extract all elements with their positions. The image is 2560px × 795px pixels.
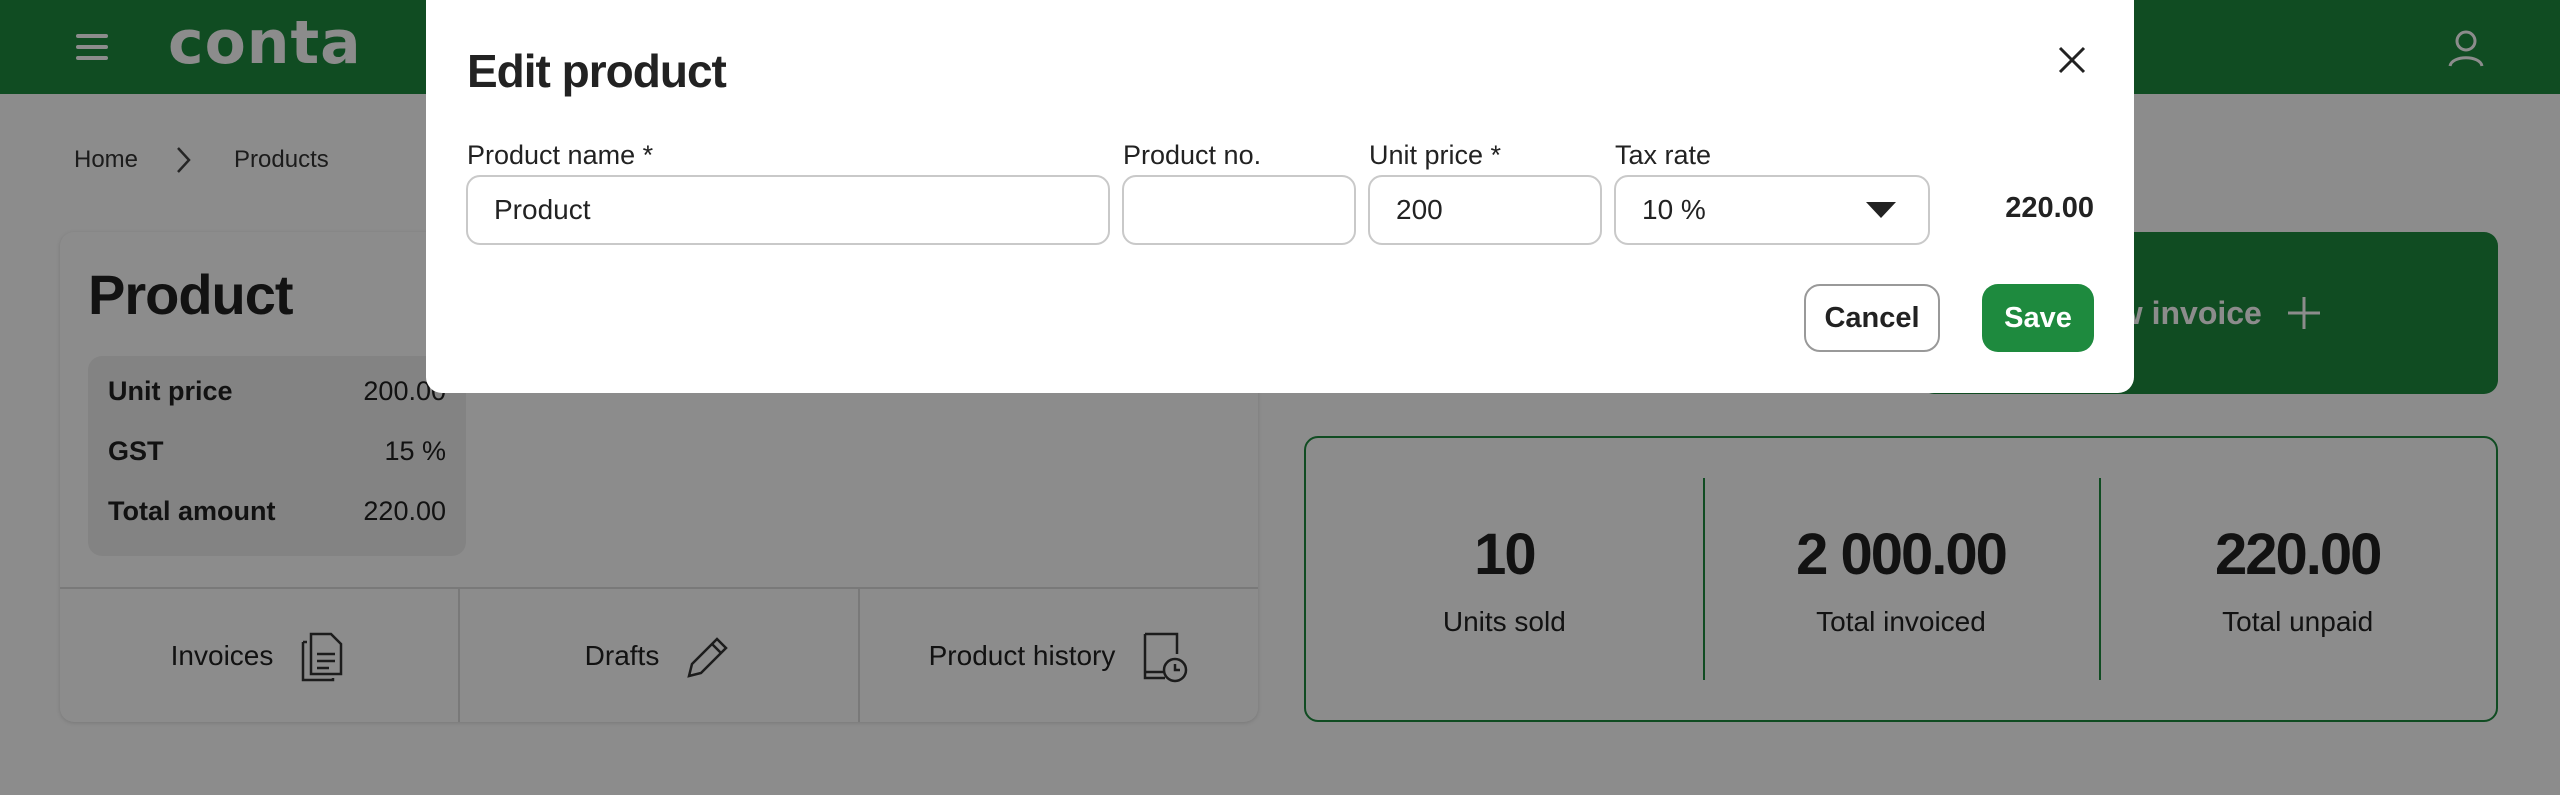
product-name-label: Product name * [467,140,654,170]
edit-product-dialog: Edit product Product name * Product no. … [426,0,2134,393]
close-icon[interactable] [2052,40,2092,80]
product-number-input[interactable] [1122,175,1356,245]
product-name-input[interactable] [466,175,1110,245]
unit-price-input[interactable] [1368,175,1602,245]
tax-rate-label: Tax rate [1615,140,1712,170]
line-total: 220.00 [2005,192,2094,224]
unit-price-label: Unit price * [1369,140,1502,170]
product-number-label: Product no. [1123,140,1262,170]
caret-down-icon [1866,202,1896,218]
save-button[interactable]: Save [1982,284,2094,352]
tax-rate-select[interactable]: 10 % [1614,175,1930,245]
cancel-button[interactable]: Cancel [1804,284,1940,352]
tax-rate-value: 10 % [1642,194,1706,225]
dialog-title: Edit product [467,45,727,97]
